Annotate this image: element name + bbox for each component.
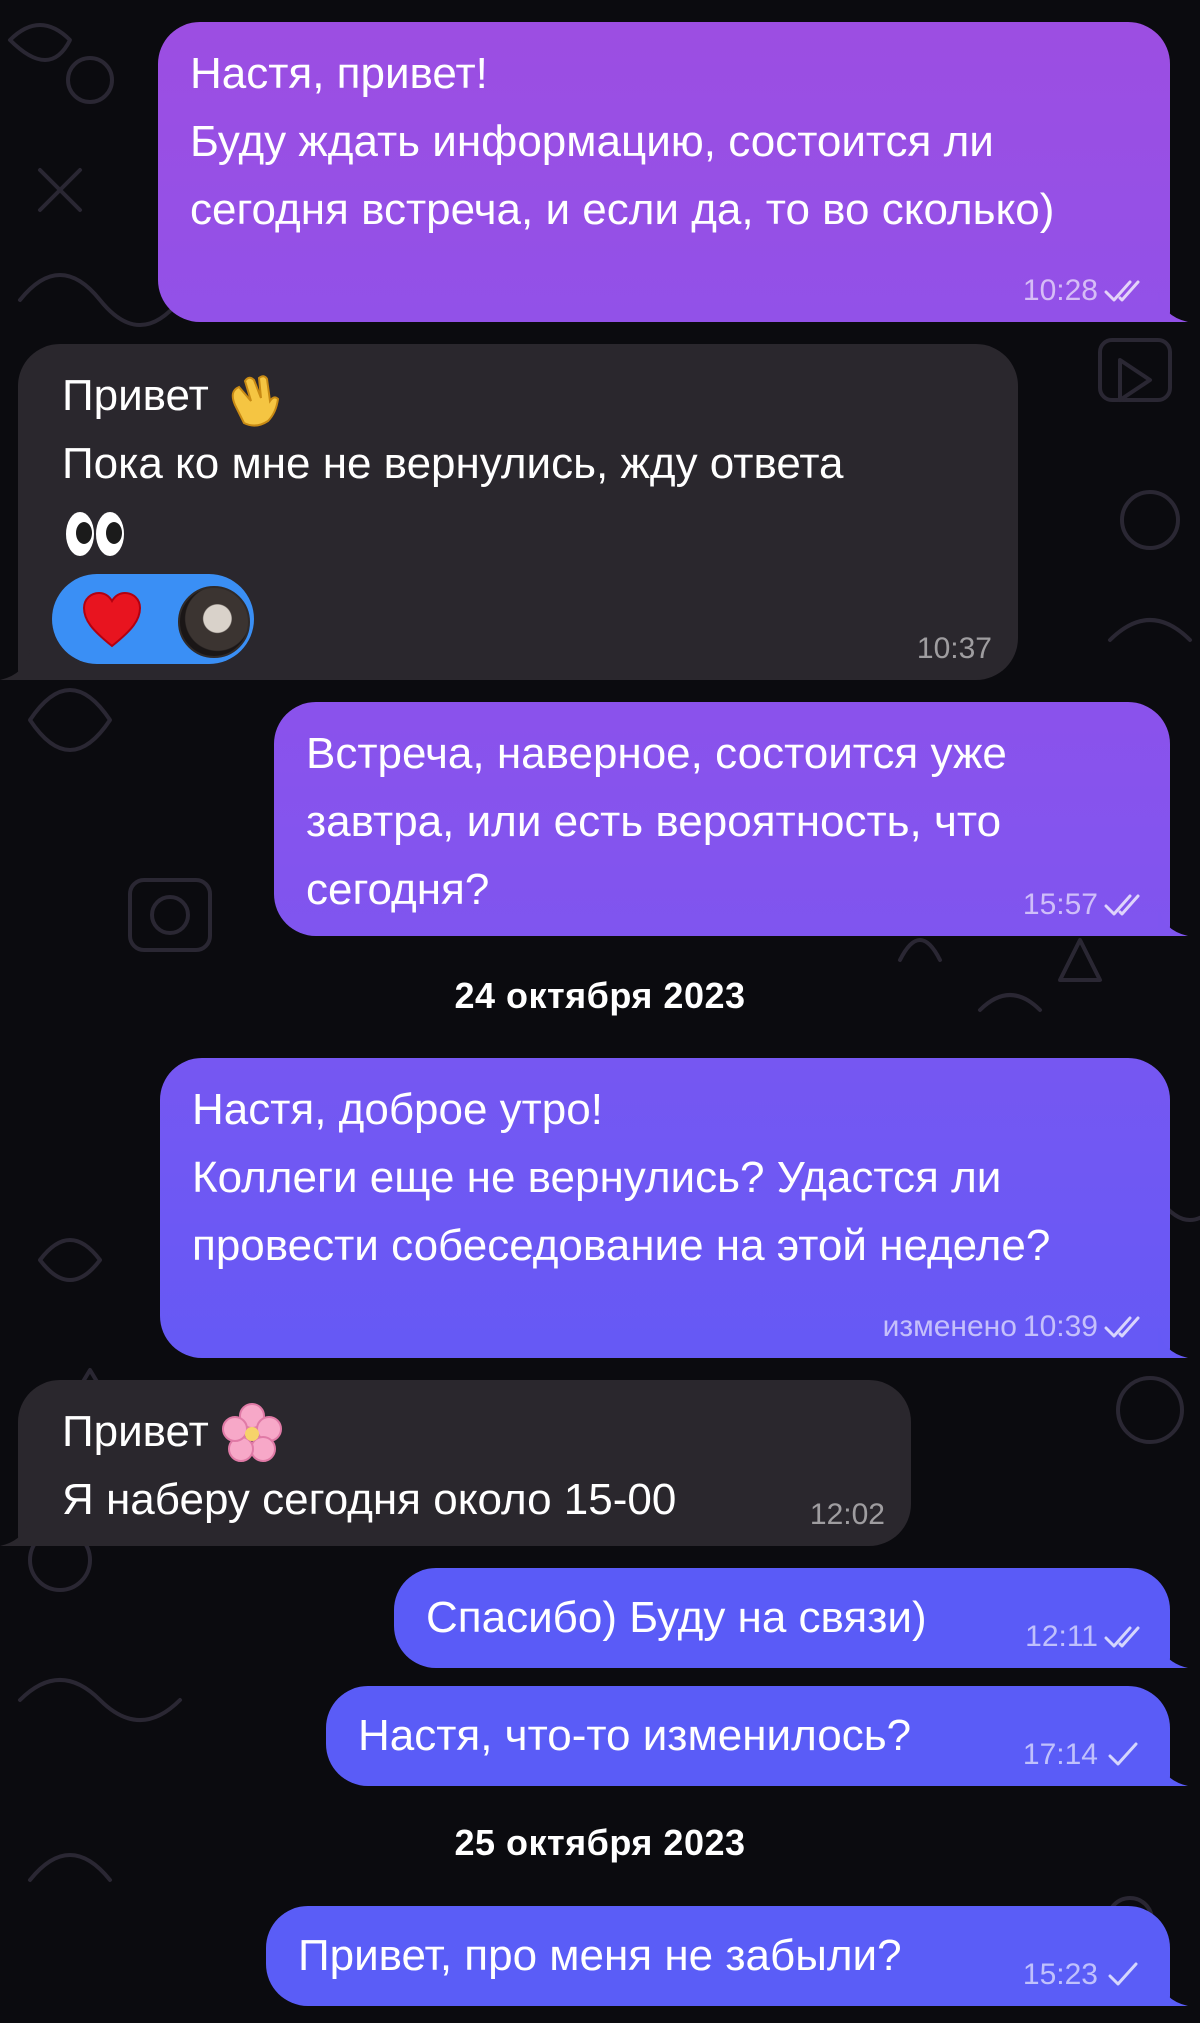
reactor-avatar[interactable]: [178, 586, 250, 658]
message-text: Привет, про меня не забыли?: [298, 1931, 902, 1980]
message-time: 10:28: [1022, 274, 1098, 307]
single-check-icon: [1108, 1962, 1138, 1986]
message-text: Встреча, наверное, состоится уже завтра,…: [306, 729, 1020, 914]
incoming-message[interactable]: Привет Пока ко мне не вернулись, жду отв…: [0, 344, 1018, 680]
outgoing-message[interactable]: Встреча, наверное, состоится уже завтра,…: [274, 702, 1188, 936]
message-text: Настя, доброе утро! Коллеги еще не верну…: [192, 1085, 1051, 1270]
message-meta: 15:57: [1023, 888, 1144, 922]
message-time: 12:11: [1025, 1620, 1098, 1653]
incoming-message[interactable]: Привет Я наберу сегодня около 15-00 12:0…: [0, 1380, 911, 1546]
edited-label: изменено: [882, 1310, 1017, 1343]
message-line: Привет: [62, 362, 974, 430]
message-meta: 12:11: [1025, 1620, 1144, 1654]
outgoing-message[interactable]: Настя, привет! Буду ждать информацию, со…: [158, 22, 1188, 322]
date-separator: 24 октября 2023: [454, 975, 746, 1016]
message-meta: 12:02: [810, 1498, 885, 1532]
message-meta: 10:37: [917, 632, 992, 666]
message-time: 15:23: [1022, 1958, 1098, 1991]
message-meta: изменено 10:39: [883, 1310, 1144, 1344]
outgoing-message[interactable]: Настя, что-то изменилось? 17:14: [326, 1686, 1188, 1786]
outgoing-message[interactable]: Привет, про меня не забыли? 15:23: [266, 1906, 1188, 2006]
bubble-tail: [0, 1516, 30, 1546]
message-meta: 10:28: [1023, 274, 1144, 308]
message-time: 10:39: [1022, 1310, 1098, 1343]
message-text: Привет: [62, 1407, 209, 1456]
message-text: Спасибо) Буду на связи): [426, 1593, 927, 1642]
message-text: Настя, что-то изменилось?: [358, 1711, 912, 1760]
message-meta: 17:14: [1023, 1738, 1144, 1772]
bubble-tail: [1158, 1976, 1188, 2006]
eyes-icon: [66, 512, 124, 557]
date-separator: 25 октября 2023: [454, 1822, 746, 1863]
message-time: 12:02: [809, 1498, 885, 1531]
double-check-icon: [1104, 894, 1140, 916]
message-line: Привет: [62, 1398, 867, 1466]
message-text: Настя, привет! Буду ждать информацию, со…: [190, 49, 1055, 234]
red-heart-icon[interactable]: [82, 592, 142, 648]
bubble-tail: [1158, 1756, 1188, 1786]
bubble-tail: [1158, 292, 1188, 322]
bubble-tail: [1158, 1638, 1188, 1668]
double-check-icon: [1104, 280, 1140, 302]
waving-hand-icon: [231, 375, 279, 427]
bubble-tail: [0, 650, 30, 680]
message-meta: 15:23: [1023, 1958, 1144, 1992]
outgoing-message[interactable]: Спасибо) Буду на связи) 12:11: [394, 1568, 1188, 1668]
message-time: 15:57: [1022, 888, 1098, 921]
outgoing-message[interactable]: Настя, доброе утро! Коллеги еще не верну…: [160, 1058, 1188, 1358]
cherry-blossom-icon: [221, 1403, 282, 1463]
bubble-tail: [1158, 906, 1188, 936]
bubble-tail: [1158, 1328, 1188, 1358]
double-check-icon: [1104, 1626, 1140, 1648]
double-check-icon: [1104, 1316, 1140, 1338]
message-text: Я наберу сегодня около 15-00: [62, 1475, 677, 1524]
message-time: 10:37: [916, 632, 992, 665]
reactions-pill[interactable]: [52, 574, 254, 664]
single-check-icon: [1108, 1742, 1138, 1766]
message-time: 17:14: [1022, 1738, 1098, 1771]
message-text: Пока ко мне не вернулись, жду ответа: [62, 439, 844, 488]
message-text: Привет: [62, 371, 209, 420]
message-line: [62, 498, 974, 566]
